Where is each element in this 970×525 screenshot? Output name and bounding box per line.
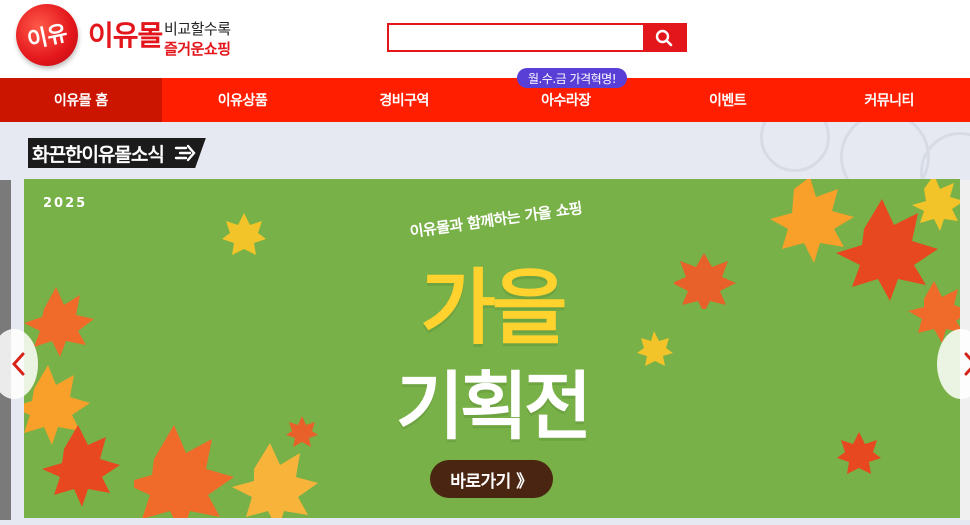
autumn-banner[interactable]: 2025 이유몰과 함께하는 가을 쇼핑 가을 기획전 바로가기 》 [24,179,960,518]
logo-name: 이유몰 [88,19,163,52]
banner-year: 2025 [43,196,88,211]
main-nav: 이유몰 홈 이유상품 경비구역 아수라장 이벤트 커뮤니티 [0,78,970,122]
nav-item-products[interactable]: 이유상품 [162,78,324,122]
site-logo[interactable]: 이유 이유몰 비교할수록 즐거운쇼핑 [10,0,244,74]
nav-item-home[interactable]: 이유몰 홈 [0,78,162,122]
search-icon [655,29,673,46]
logo-badge: 이유 [10,0,84,72]
banner-title-line2: 기획전 [395,364,592,450]
news-section: 화끈한이유몰소식 2025 이유몰과 함께하는 가을 쇼핑 가을 기획전 바로가… [0,122,970,525]
nav-item-community[interactable]: 커뮤니티 [808,78,970,122]
speed-lines-icon [174,144,196,162]
promo-badge[interactable]: 월.수.금 가격혁명! [517,68,627,88]
chevron-left-icon [11,352,25,376]
logo-tagline-1: 비교할수록 [164,20,231,38]
nav-item-security-zone[interactable]: 경비구역 [323,78,485,122]
header: 이유 이유몰 비교할수록 즐거운쇼핑 [0,0,970,78]
section-title: 화끈한이유몰소식 [28,138,206,168]
background-decoration [760,122,830,172]
banner-title-line1: 가을 [420,261,568,356]
search-button[interactable] [643,25,685,50]
chevron-right-icon [964,352,970,376]
logo-tagline-2: 즐거운쇼핑 [164,40,231,58]
banner-cta-button[interactable]: 바로가기 》 [430,460,553,498]
search-bar [387,23,687,52]
banner-subtitle: 이유몰과 함께하는 가을 쇼핑 [408,198,584,242]
nav-item-event[interactable]: 이벤트 [647,78,809,122]
section-title-text: 화끈한이유몰소식 [32,143,165,166]
search-input[interactable] [389,25,643,50]
